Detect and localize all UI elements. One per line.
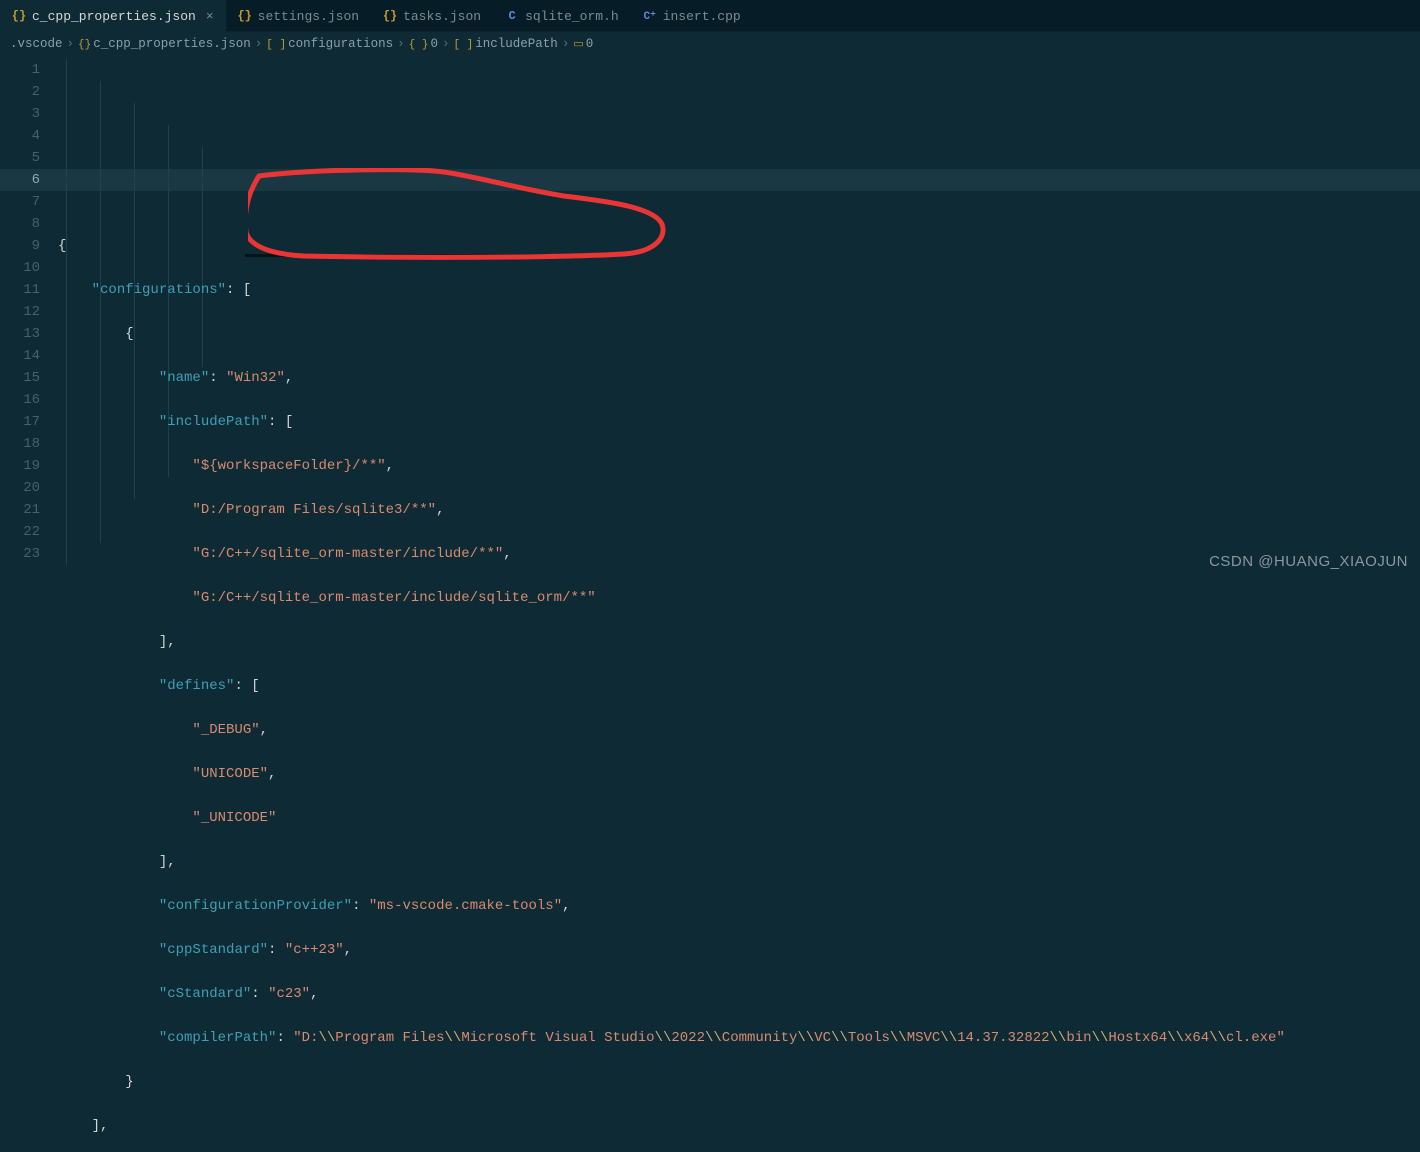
tab-c-cpp-properties-json[interactable]: {} c_cpp_properties.json × [0,0,226,32]
breadcrumb-icon: ▭ [573,39,583,51]
line-number: 7 [0,191,40,213]
line-number: 15 [0,367,40,389]
code-line[interactable]: "configurationProvider": "ms-vscode.cmak… [58,895,1420,917]
chevron-right-icon: › [442,37,450,51]
code-line[interactable]: "name": "Win32", [58,367,1420,389]
code-line[interactable]: } [58,1071,1420,1093]
file-icon: {} [238,9,252,23]
line-number: 20 [0,477,40,499]
breadcrumb-item[interactable]: [ ]includePath [453,37,557,51]
tab-settings-json[interactable]: {} settings.json [226,0,371,32]
breadcrumb-label: c_cpp_properties.json [93,37,251,51]
tab-label: insert.cpp [663,9,741,24]
breadcrumb-icon: { } [409,39,429,51]
code-line[interactable]: "UNICODE", [58,763,1420,785]
line-number: 23 [0,543,40,565]
chevron-right-icon: › [562,37,570,51]
code-line[interactable]: "G:/C++/sqlite_orm-master/include/sqlite… [58,587,1420,609]
line-number: 1 [0,59,40,81]
code-line[interactable]: ], [58,631,1420,653]
code-line[interactable]: "_DEBUG", [58,719,1420,741]
breadcrumb-icon: {} [78,39,91,51]
line-number: 9 [0,235,40,257]
line-number: 19 [0,455,40,477]
line-number: 14 [0,345,40,367]
tab-tasks-json[interactable]: {} tasks.json [371,0,493,32]
file-icon: {} [383,9,397,23]
annotation-shadow [245,254,555,257]
breadcrumb-item[interactable]: { }0 [409,37,438,51]
code-line[interactable]: "_UNICODE" [58,807,1420,829]
tab-label: c_cpp_properties.json [32,9,196,24]
code-line[interactable]: "includePath": [ [58,411,1420,433]
breadcrumb-item[interactable]: ▭0 [573,37,593,51]
breadcrumb-icon: [ ] [266,39,286,51]
file-icon: C [505,9,519,23]
tab-sqlite-orm-h[interactable]: Csqlite_orm.h [493,0,631,32]
line-number: 21 [0,499,40,521]
code-line[interactable]: "compilerPath": "D:\\Program Files\\Micr… [58,1027,1420,1049]
file-icon: C⁺ [643,9,657,23]
tab-label: settings.json [258,9,359,24]
breadcrumb-item[interactable]: .vscode [10,37,63,51]
breadcrumb: .vscode›{}c_cpp_properties.json›[ ]confi… [0,32,1420,56]
breadcrumb-icon: [ ] [453,39,473,51]
code-line[interactable]: ], [58,851,1420,873]
tab-insert-cpp[interactable]: C⁺ insert.cpp [631,0,753,32]
close-icon[interactable]: × [206,9,214,24]
line-number: 10 [0,257,40,279]
line-number: 5 [0,147,40,169]
line-number-gutter: 1234567891011121314151617181920212223 [0,56,58,576]
line-number: 17 [0,411,40,433]
line-number: 3 [0,103,40,125]
line-number: 11 [0,279,40,301]
tab-bar: {}c_cpp_properties.json×{}settings.json{… [0,0,1420,32]
tab-label: sqlite_orm.h [525,9,619,24]
line-number: 13 [0,323,40,345]
breadcrumb-label: .vscode [10,37,63,51]
breadcrumb-item[interactable]: {}c_cpp_properties.json [78,37,251,51]
file-icon: {} [12,9,26,23]
breadcrumb-label: configurations [288,37,393,51]
breadcrumb-label: 0 [430,37,438,51]
code-line[interactable]: ], [58,1115,1420,1137]
code-line[interactable]: "${workspaceFolder}/**", [58,455,1420,477]
breadcrumb-label: 0 [586,37,594,51]
watermark: CSDN @HUANG_XIAOJUN [1209,553,1408,570]
breadcrumb-label: includePath [475,37,558,51]
line-number: 4 [0,125,40,147]
breadcrumb-item[interactable]: [ ]configurations [266,37,393,51]
editor-area[interactable]: 1234567891011121314151617181920212223 { … [0,56,1420,576]
code-line[interactable]: { [58,323,1420,345]
chevron-right-icon: › [397,37,405,51]
chevron-right-icon: › [255,37,263,51]
chevron-right-icon: › [67,37,75,51]
code-content[interactable]: { "configurations": [ { "name": "Win32",… [58,56,1420,576]
code-line[interactable]: "D:/Program Files/sqlite3/**", [58,499,1420,521]
code-line[interactable]: "cppStandard": "c++23", [58,939,1420,961]
code-line[interactable]: "cStandard": "c23", [58,983,1420,1005]
line-number: 8 [0,213,40,235]
line-number: 18 [0,433,40,455]
line-number: 12 [0,301,40,323]
code-line[interactable]: "configurations": [ [58,279,1420,301]
line-number: 16 [0,389,40,411]
line-number: 2 [0,81,40,103]
line-number: 22 [0,521,40,543]
tab-label: tasks.json [403,9,481,24]
code-line[interactable]: "defines": [ [58,675,1420,697]
